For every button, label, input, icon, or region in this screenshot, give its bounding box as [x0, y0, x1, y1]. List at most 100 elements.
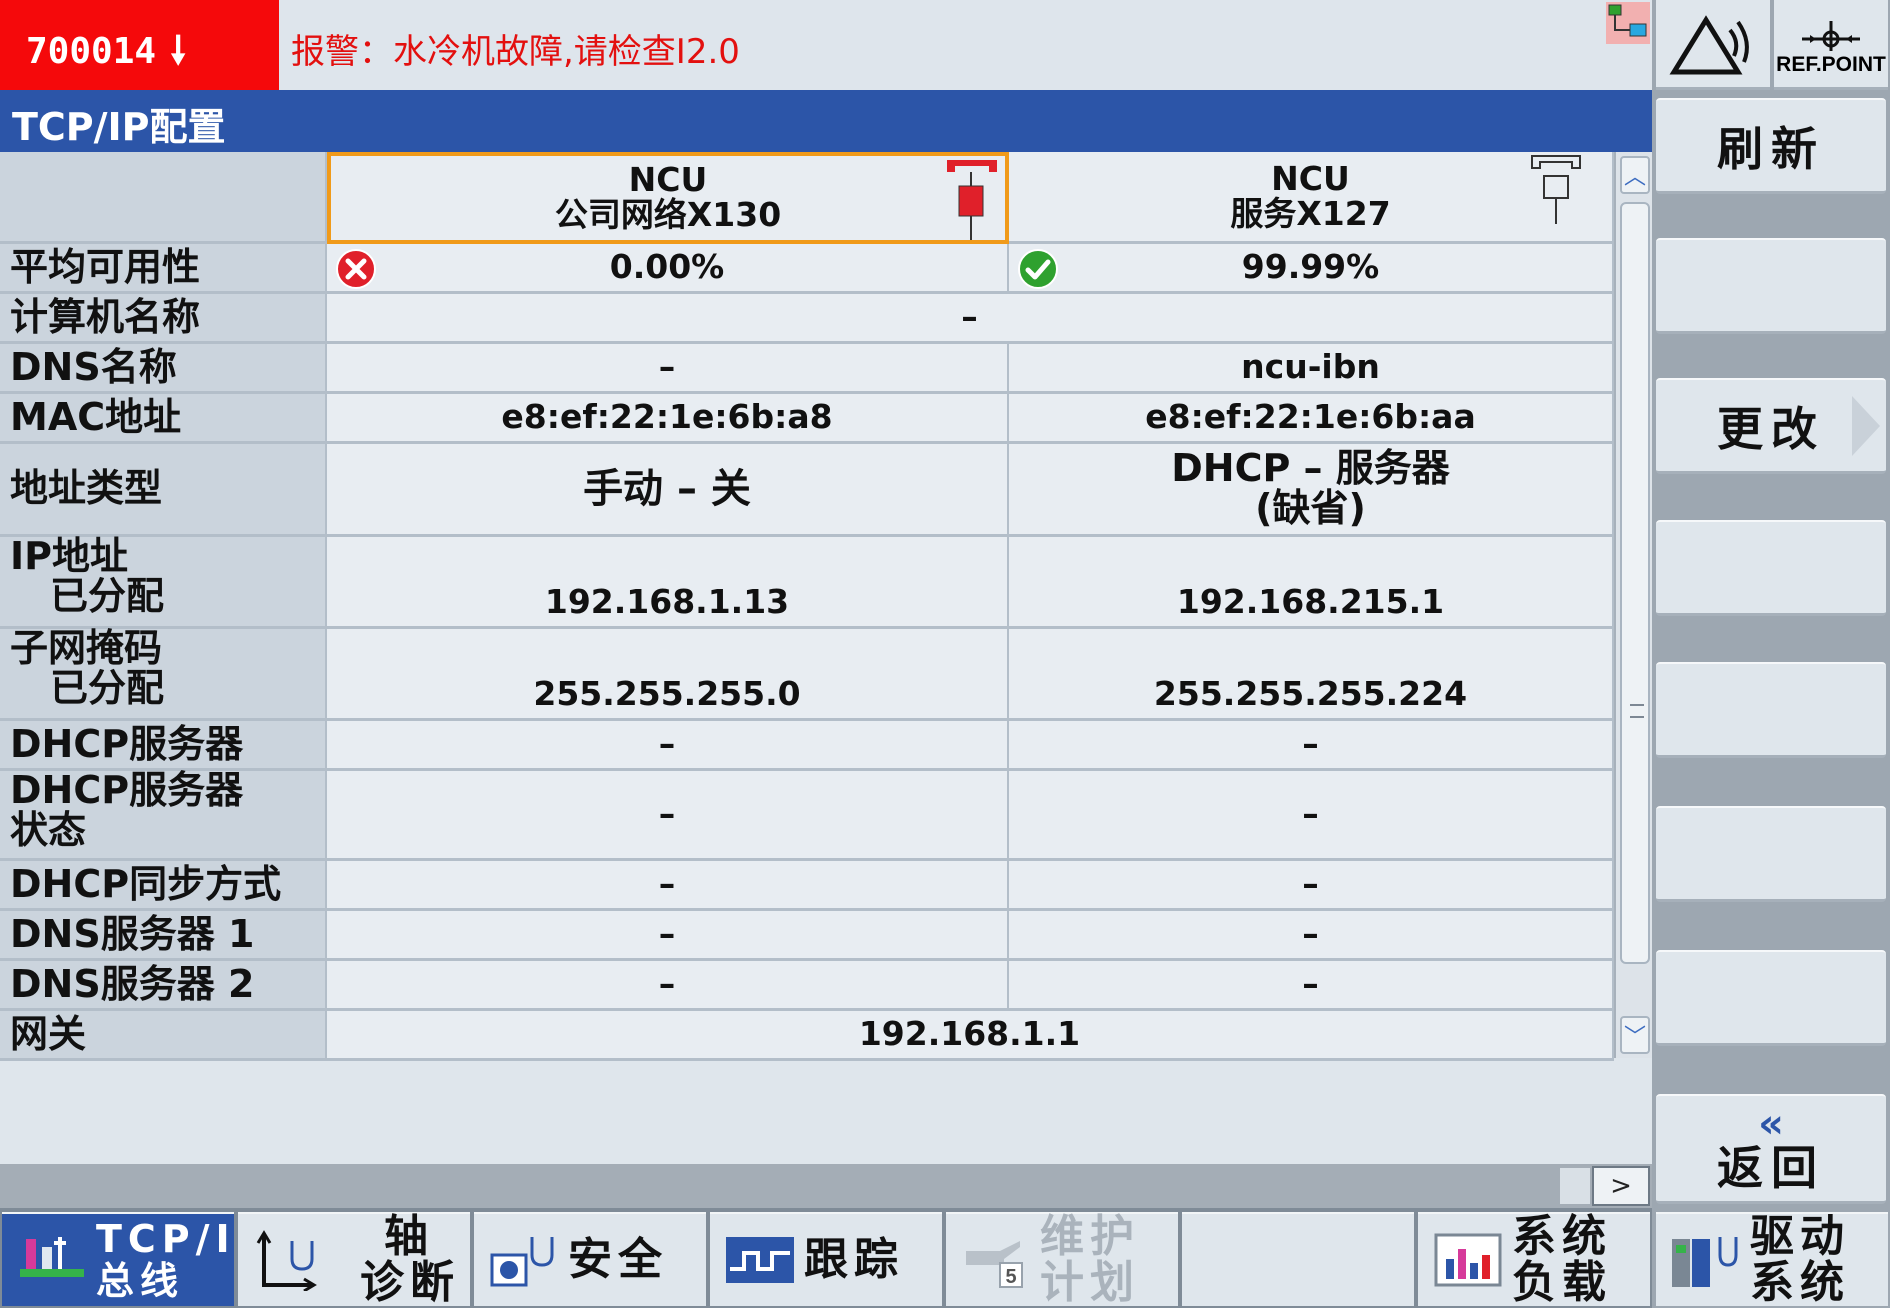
address-type-x130: 手动 – 关 [327, 444, 1009, 537]
oil-can-icon: 5 [966, 1241, 1023, 1288]
row-label-dhcp-sync: DHCP同步方式 [0, 861, 327, 911]
availability-x130: 0.00% [327, 244, 1009, 294]
interface-plug-icon [947, 160, 997, 240]
mac-x127: e8:ef:22:1e:6b:aa [1009, 394, 1614, 444]
bar-chart-icon [1434, 1233, 1502, 1287]
tab-safety-label: 安全 [568, 1234, 668, 1285]
row-label-dhcp-status: DHCP服务器 状态 [0, 770, 327, 861]
row-label-subnet-line1: 子网掩码 [10, 626, 163, 670]
hscroll-right-button[interactable]: > [1592, 1166, 1650, 1206]
address-type-x127-line2: (缺省) [1255, 486, 1366, 530]
scroll-thumb[interactable] [1620, 202, 1650, 964]
scroll-up-button[interactable]: ︿ [1620, 156, 1650, 194]
row-label-ip: IP地址 已分配 [0, 534, 327, 629]
subnet-x127: 255.255.255.224 [1009, 629, 1614, 721]
refpoint-icon [1802, 21, 1860, 51]
tab-maintenance-plan[interactable]: 5 维护 计划 [946, 1212, 1178, 1306]
dns1-x127: – [1009, 911, 1614, 961]
dhcp-status-x127: – [1009, 771, 1614, 861]
safety-icon [490, 1237, 554, 1287]
row-label-dhcp-status-line2: 状态 [10, 807, 87, 852]
tab-trace-label: 跟踪 [804, 1234, 904, 1285]
subnet-x130: 255.255.255.0 [327, 629, 1009, 721]
scroll-grip-icon [1630, 704, 1644, 718]
tab-load-line1: 系统 [1512, 1211, 1612, 1262]
row-label-mac: MAC地址 [0, 394, 327, 444]
row-label-dns-name: DNS名称 [0, 344, 327, 394]
column-header-x127[interactable]: NCU 服务X127 [1009, 152, 1614, 244]
refresh-button[interactable]: 刷新 [1656, 98, 1886, 194]
softkey-right-4[interactable] [1656, 520, 1886, 616]
dns2-x130: – [327, 961, 1009, 1011]
alarm-code: 700014 [26, 31, 157, 72]
softkey-bottom-empty[interactable] [1182, 1212, 1414, 1306]
change-button[interactable]: 更改 [1656, 378, 1886, 474]
availability-x127: 99.99% [1009, 244, 1614, 294]
drive-system-icon [1672, 1237, 1738, 1287]
dhcp-sync-x130: – [327, 861, 1009, 911]
wave-key[interactable] [1656, 0, 1770, 90]
dhcp-server-x130: – [327, 721, 1009, 771]
arrow-right-icon [1852, 396, 1880, 456]
column-x127-line1: NCU [1271, 158, 1350, 198]
address-type-x127-line1: DHCP – 服务器 [1171, 446, 1450, 491]
maint-badge: 5 [1005, 1266, 1016, 1288]
tab-axis-line2: 诊断 [360, 1257, 460, 1308]
row-label-dhcp-server: DHCP服务器 [0, 721, 327, 771]
softkey-right-5[interactable] [1656, 662, 1886, 758]
double-chevron-left-icon: « [1758, 1100, 1784, 1147]
availability-x127-value: 99.99% [1241, 247, 1380, 287]
dhcp-sync-x127: – [1009, 861, 1614, 911]
tab-trace[interactable]: 跟踪 [710, 1212, 942, 1306]
address-type-x127: DHCP – 服务器 (缺省) [1009, 444, 1614, 537]
tab-tcpip-bus[interactable]: TCP/IP 总线 [2, 1212, 264, 1306]
tab-maint-line2: 计划 [1040, 1257, 1140, 1308]
gateway-value: 192.168.1.1 [327, 1011, 1614, 1061]
ip-x130: 192.168.1.13 [327, 537, 1009, 629]
scroll-down-button[interactable]: ﹀ [1620, 1016, 1650, 1054]
ip-x127: 192.168.215.1 [1009, 537, 1614, 629]
vertical-scrollbar[interactable]: ︿ ﹀ [1614, 152, 1652, 1058]
row-label-ip-line2: 已分配 [50, 573, 165, 618]
tcpip-config-table: NCU 公司网络X130 NCU 服务X127 平均可用性 0.00% 99.9… [0, 152, 1614, 1061]
computer-name-value: – [327, 294, 1614, 344]
network-icon [1606, 2, 1650, 44]
softkey-right-6[interactable] [1656, 806, 1886, 902]
tab-drive-line2: 系统 [1750, 1257, 1850, 1308]
row-label-availability: 平均可用性 [0, 244, 327, 294]
tab-safety[interactable]: 安全 [474, 1212, 706, 1306]
tab-axis-diagnosis[interactable]: 轴 诊断 [238, 1212, 470, 1306]
axis-diagnosis-icon [256, 1230, 317, 1291]
status-bar [0, 1164, 1652, 1208]
row-label-ip-line1: IP地址 [10, 534, 128, 578]
alarm-message: 报警：水冷机故障,请检查I2.0 [279, 0, 1652, 90]
tab-load-line2: 负载 [1512, 1257, 1612, 1308]
tab-maint-line1: 维护 [1040, 1211, 1140, 1262]
alarm-down-arrow-icon: 🠗 [170, 28, 187, 72]
wave-icon [1669, 15, 1749, 75]
row-label-gateway: 网关 [0, 1011, 327, 1061]
softkey-right-2[interactable] [1656, 238, 1886, 334]
column-header-x130[interactable]: NCU 公司网络X130 [327, 152, 1009, 244]
dns-name-x127: ncu-ibn [1009, 344, 1614, 394]
back-button[interactable]: « 返回 [1656, 1094, 1886, 1204]
tcpip-bus-icon [20, 1237, 84, 1277]
tab-drive-system[interactable]: 驱动 系统 [1656, 1212, 1888, 1306]
row-label-address-type: 地址类型 [0, 444, 327, 537]
tab-drive-line1: 驱动 [1750, 1211, 1850, 1262]
back-label: 返回 [1717, 1140, 1825, 1195]
header-blank [0, 152, 327, 244]
row-label-computer-name: 计算机名称 [0, 294, 327, 344]
column-x130-line1: NCU [628, 160, 708, 200]
dns1-x130: – [327, 911, 1009, 961]
alarm-code-box[interactable]: 700014 🠗 [0, 0, 279, 90]
tab-system-load[interactable]: 系统 负载 [1418, 1212, 1650, 1306]
mac-x130: e8:ef:22:1e:6b:a8 [327, 394, 1009, 444]
change-label: 更改 [1717, 401, 1825, 456]
trace-icon [726, 1237, 794, 1283]
refpoint-key[interactable]: REF.POINT [1774, 0, 1888, 90]
softkey-right-7[interactable] [1656, 950, 1886, 1046]
hscroll-track[interactable] [1560, 1168, 1590, 1204]
availability-x130-value: 0.00% [609, 247, 725, 287]
dns-name-x130: – [327, 344, 1009, 394]
